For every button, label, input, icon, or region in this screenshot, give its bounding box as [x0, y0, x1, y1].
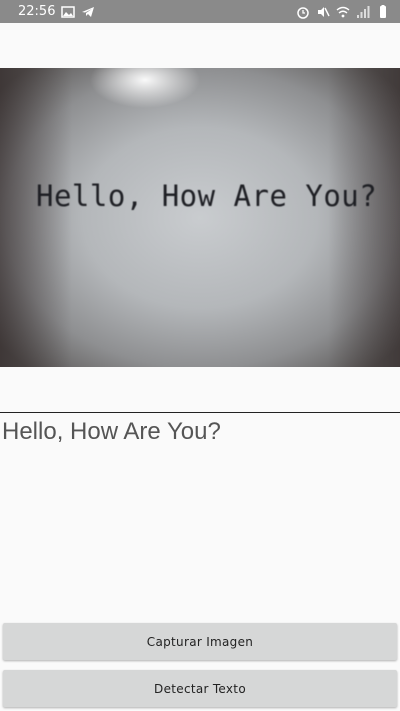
- mute-icon: [316, 5, 330, 19]
- image-icon: [61, 5, 76, 19]
- status-left: 22:56: [18, 4, 95, 19]
- captured-image-text: Hello, How Are You?: [36, 179, 378, 213]
- telegram-icon: [81, 5, 95, 19]
- signal-icon: [356, 5, 370, 19]
- capture-image-button[interactable]: Capturar Imagen: [3, 623, 397, 660]
- battery-icon: [376, 4, 390, 19]
- status-right: [296, 4, 390, 19]
- alarm-icon: [296, 5, 310, 19]
- recognized-text: Hello, How Are You?: [2, 418, 221, 445]
- wifi-icon: [336, 5, 350, 19]
- divider: [0, 412, 400, 413]
- status-time: 22:56: [18, 4, 56, 19]
- detect-text-button[interactable]: Detectar Texto: [3, 670, 397, 707]
- status-bar: 22:56: [0, 0, 400, 23]
- captured-image: Hello, How Are You?: [0, 68, 400, 367]
